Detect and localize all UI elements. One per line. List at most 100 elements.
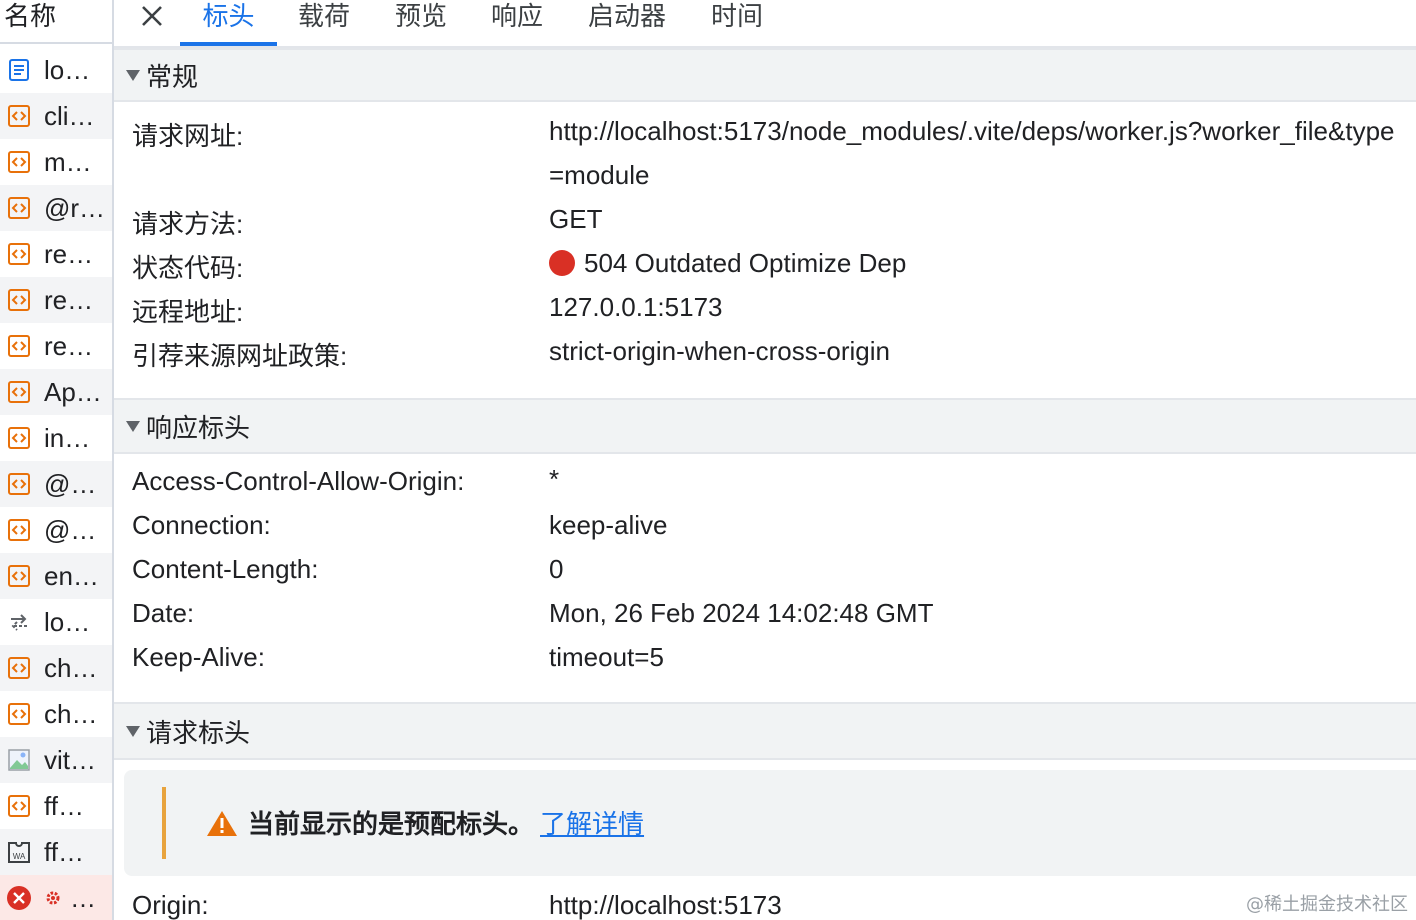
- name-column-header[interactable]: 名称: [0, 0, 112, 44]
- referrer-policy-key: 引荐来源网址政策:: [132, 341, 348, 371]
- request-row[interactable]: WA ff…: [0, 829, 112, 875]
- provisional-headers-notice: 当前显示的是预配标头。 了解详情: [124, 770, 1416, 876]
- request-row[interactable]: @r…: [0, 185, 112, 231]
- referrer-policy-value: strict-origin-when-cross-origin: [549, 336, 890, 366]
- request-name: @r…: [44, 192, 106, 223]
- response-header-value: keep-alive: [549, 510, 668, 540]
- tab-headers[interactable]: 标头: [180, 0, 277, 46]
- script-icon: [6, 195, 32, 221]
- request-header-value: http://localhost:5173: [549, 890, 782, 920]
- remote-address-value: 127.0.0.1:5173: [549, 292, 723, 322]
- request-name: ff…: [44, 790, 84, 821]
- warning-icon: [206, 809, 238, 837]
- script-icon: [6, 655, 32, 681]
- request-name: @…: [44, 514, 97, 545]
- request-row[interactable]: lo…: [0, 599, 112, 645]
- request-row[interactable]: en…: [0, 553, 112, 599]
- svg-text:WA: WA: [13, 852, 26, 861]
- collapse-triangle-icon: [126, 69, 140, 81]
- status-code-text: 504 Outdated Optimize Dep: [584, 248, 907, 278]
- request-name: re…: [44, 238, 94, 269]
- tab-preview[interactable]: 预览: [391, 0, 451, 44]
- request-url-value-wrap: =module: [549, 160, 650, 190]
- request-name: ch…: [44, 652, 98, 683]
- script-icon: [6, 379, 32, 405]
- request-row[interactable]: @…: [0, 461, 112, 507]
- script-icon: [6, 517, 32, 543]
- tab-timing[interactable]: 时间: [707, 0, 767, 44]
- notice-text: 当前显示的是预配标头。: [248, 809, 535, 839]
- gear-icon: [44, 885, 62, 911]
- request-row[interactable]: in…: [0, 415, 112, 461]
- script-icon: [6, 103, 32, 129]
- general-section-header[interactable]: 常规: [114, 48, 1416, 102]
- script-icon: [6, 241, 32, 267]
- request-name: ff…: [44, 836, 84, 867]
- response-header-value: 0: [549, 554, 564, 584]
- request-headers-section-header[interactable]: 请求标头: [114, 702, 1416, 760]
- script-icon: [6, 333, 32, 359]
- request-name: re…: [44, 284, 94, 315]
- error-icon: [6, 885, 32, 911]
- tab-initiator[interactable]: 启动器: [584, 0, 670, 44]
- image-icon: [6, 747, 32, 773]
- status-error-dot-icon: [549, 250, 575, 276]
- script-icon: [6, 563, 32, 589]
- response-headers-section-header[interactable]: 响应标头: [114, 398, 1416, 454]
- request-method-key: 请求方法:: [132, 209, 244, 239]
- request-name: lo…: [44, 606, 91, 637]
- request-name: en…: [44, 560, 99, 591]
- request-row[interactable]: m…: [0, 139, 112, 185]
- watermark: @稀土掘金技术社区: [1246, 894, 1408, 915]
- request-row[interactable]: ch…: [0, 645, 112, 691]
- request-row[interactable]: ff…: [0, 783, 112, 829]
- request-row[interactable]: Ap…: [0, 369, 112, 415]
- request-name: vit…: [44, 744, 96, 775]
- response-header-key: Access-Control-Allow-Origin:: [132, 466, 465, 496]
- request-list: 名称 lo… cli… m… @r… re… re… re… Ap… in… @…: [0, 0, 114, 920]
- script-icon: [6, 425, 32, 451]
- response-header-value: Mon, 26 Feb 2024 14:02:48 GMT: [549, 598, 934, 628]
- response-header-key: Keep-Alive:: [132, 642, 265, 672]
- collapse-triangle-icon: [126, 725, 140, 737]
- request-row[interactable]: @…: [0, 507, 112, 553]
- response-header-key: Connection:: [132, 510, 271, 540]
- request-url-key: 请求网址:: [132, 121, 244, 151]
- request-row[interactable]: vit…: [0, 737, 112, 783]
- learn-more-link[interactable]: 了解详情: [540, 804, 644, 841]
- script-icon: [6, 701, 32, 727]
- script-icon: [6, 287, 32, 313]
- response-header-key: Content-Length:: [132, 554, 319, 584]
- status-code-key: 状态代码:: [132, 253, 244, 283]
- tab-response[interactable]: 响应: [487, 0, 547, 44]
- request-name: ch…: [44, 698, 98, 729]
- request-name: re…: [44, 330, 94, 361]
- collapse-triangle-icon: [126, 420, 140, 432]
- request-row[interactable]: re…: [0, 231, 112, 277]
- request-row[interactable]: …: [0, 875, 112, 920]
- script-icon: [6, 793, 32, 819]
- wasm-icon: WA: [6, 839, 32, 865]
- request-header-key: Origin:: [132, 890, 209, 920]
- request-row[interactable]: re…: [0, 323, 112, 369]
- request-url-value: http://localhost:5173/node_modules/.vite…: [549, 116, 1395, 146]
- request-row[interactable]: ch…: [0, 691, 112, 737]
- document-icon: [6, 57, 32, 83]
- close-button[interactable]: [136, 0, 168, 36]
- notice-accent-bar: [162, 787, 166, 859]
- detail-tabbar: 标头 载荷 预览 响应 启动器 时间: [114, 0, 1416, 48]
- request-name: Ap…: [44, 376, 102, 407]
- request-name: …: [70, 882, 96, 913]
- request-row[interactable]: cli…: [0, 93, 112, 139]
- request-row[interactable]: lo…: [0, 47, 112, 93]
- request-name: @…: [44, 468, 97, 499]
- request-method-value: GET: [549, 204, 603, 234]
- request-name: lo…: [44, 54, 91, 85]
- status-code-value: 504 Outdated Optimize Dep: [549, 248, 906, 279]
- websocket-icon: [6, 609, 32, 635]
- close-icon: [140, 4, 164, 33]
- script-icon: [6, 149, 32, 175]
- request-row[interactable]: re…: [0, 277, 112, 323]
- request-name: cli…: [44, 100, 95, 131]
- tab-payload[interactable]: 载荷: [294, 0, 354, 44]
